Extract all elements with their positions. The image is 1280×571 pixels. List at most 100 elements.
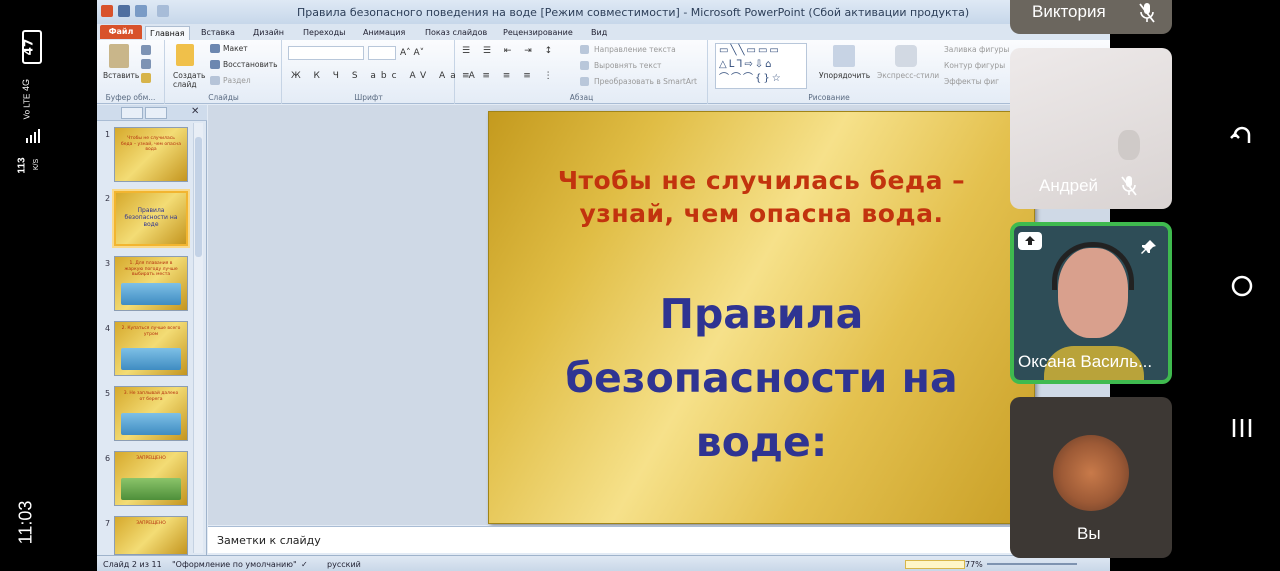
- participant-name: Андрей: [1039, 176, 1099, 195]
- copy-icon[interactable]: [141, 59, 151, 69]
- grow-font-icon[interactable]: A˄ A˅: [400, 48, 424, 58]
- new-slide-button[interactable]: Создать слайд: [173, 71, 209, 89]
- slide-thumbnail[interactable]: ЗАПРЕЩЕНО: [114, 451, 188, 506]
- outline-tab[interactable]: [145, 107, 167, 119]
- shape-effects-button[interactable]: Эффекты фиг: [944, 77, 999, 86]
- align-text-icon: [580, 61, 589, 70]
- signal-icon: [26, 128, 40, 143]
- shape-fill-button[interactable]: Заливка фигуры: [944, 45, 1009, 54]
- text-direction-button[interactable]: Направление текста: [594, 45, 676, 54]
- home-button[interactable]: [1222, 266, 1262, 306]
- list-icons[interactable]: ☰ ☰ ⇤ ⇥ ↕: [462, 46, 557, 56]
- participant-tile-active-speaker[interactable]: Оксана Василь...: [1010, 222, 1172, 384]
- font-format-icons[interactable]: Ж К Ч S abc AV Aa A: [291, 71, 480, 81]
- notes-placeholder: Заметки к слайду: [217, 534, 321, 547]
- slides-group-label: Слайды: [208, 93, 239, 102]
- save-icon[interactable]: [118, 5, 130, 17]
- quick-styles-icon[interactable]: [895, 45, 917, 67]
- thumbnail-image: [121, 283, 181, 305]
- slides-panel-scrollbar[interactable]: [193, 123, 203, 553]
- zoom-slider[interactable]: [987, 563, 1077, 565]
- shapes-gallery[interactable]: ▭╲╲▭▭▭ △ᒪᒣ⇨⇩⌂ ⌒⌒⌒{}☆: [715, 43, 807, 89]
- new-slide-icon[interactable]: [176, 44, 194, 66]
- slides-tab[interactable]: [121, 107, 143, 119]
- recents-icon: [1232, 419, 1252, 437]
- tab-home[interactable]: Главная: [145, 26, 190, 40]
- tab-insert[interactable]: Вставка: [197, 26, 239, 40]
- paste-icon[interactable]: [109, 44, 129, 68]
- thumbnail-text: 1. Для плавания в жаркую погоду лучше вы…: [124, 261, 178, 277]
- thumbnail-image: [121, 348, 181, 370]
- paste-button[interactable]: Вставить: [103, 71, 139, 80]
- slide-thumbnail[interactable]: ЗАПРЕЩЕНО: [114, 516, 188, 555]
- redo-icon[interactable]: [157, 5, 169, 17]
- mic-off-icon: [1139, 3, 1155, 23]
- tab-animation[interactable]: Анимация: [359, 26, 409, 40]
- android-status-bar: 47 4G Vo LTE 113 K/S 11:03: [0, 0, 62, 571]
- undo-icon[interactable]: [135, 5, 147, 17]
- scrollbar-thumb[interactable]: [195, 137, 202, 257]
- thumbnail-number: 1: [105, 130, 111, 139]
- participant-tile[interactable]: Андрей: [1010, 48, 1172, 209]
- tab-transitions[interactable]: Переходы: [299, 26, 349, 40]
- align-text-button[interactable]: Выровнять текст: [594, 61, 661, 70]
- tab-review[interactable]: Рецензирование: [499, 26, 577, 40]
- back-button[interactable]: [1222, 121, 1262, 161]
- font-name-input[interactable]: [288, 46, 364, 60]
- participant-tile[interactable]: Виктория: [1010, 0, 1172, 34]
- section-icon: [210, 76, 220, 85]
- spellcheck-icon[interactable]: ✓: [301, 560, 308, 569]
- slide-thumbnail-selected[interactable]: Правила безопасности на воде: [114, 191, 188, 246]
- recents-button[interactable]: [1222, 408, 1262, 448]
- current-slide[interactable]: Чтобы не случилась беда – узнай, чем опа…: [488, 111, 1035, 524]
- network-speed-unit: K/S: [33, 158, 41, 171]
- thumbnail-text: ЗАПРЕЩЕНО: [136, 456, 166, 461]
- slide-thumbnail[interactable]: 3. Не заплывай далеко от берега: [114, 386, 188, 441]
- slide-thumbnail[interactable]: 1. Для плавания в жаркую погоду лучше вы…: [114, 256, 188, 311]
- slide-thumbnail[interactable]: Чтобы не случилась беда – узнай, чем опа…: [114, 127, 188, 182]
- slide-thumbnail[interactable]: 2. Купаться лучше всего утром: [114, 321, 188, 376]
- participant-tile-self[interactable]: Вы: [1010, 397, 1172, 558]
- thumbnail-text: Правила безопасности на воде: [124, 207, 178, 228]
- powerpoint-window: Правила безопасного поведения на воде [Р…: [97, 0, 1110, 571]
- close-icon[interactable]: ✕: [191, 106, 199, 117]
- slide-title[interactable]: Правила безопасности на воде:: [519, 282, 1004, 474]
- pin-icon[interactable]: [1140, 238, 1158, 256]
- tab-slideshow[interactable]: Показ слайдов: [421, 26, 491, 40]
- tab-view[interactable]: Вид: [587, 26, 611, 40]
- tab-file[interactable]: Файл: [100, 25, 142, 39]
- reset-icon: [210, 60, 220, 69]
- avatar: [1053, 435, 1129, 511]
- shape-outline-button[interactable]: Контур фигуры: [944, 61, 1005, 70]
- video-feed: [1118, 130, 1140, 160]
- zoom-level[interactable]: 77%: [965, 560, 983, 569]
- smartart-button[interactable]: Преобразовать в SmartArt: [594, 77, 697, 86]
- cut-icon[interactable]: [141, 45, 151, 55]
- tab-design[interactable]: Дизайн: [249, 26, 288, 40]
- participant-name: Оксана Василь...: [1018, 352, 1153, 371]
- thumbnail-number: 6: [105, 454, 111, 463]
- ribbon-tabs: Файл Главная Вставка Дизайн Переходы Ани…: [97, 24, 1110, 40]
- align-icons[interactable]: ≡ ≡ ≡ ≡ ⋮: [462, 71, 558, 81]
- thumbnail-image: [121, 478, 181, 500]
- layout-button[interactable]: Макет: [223, 44, 248, 53]
- font-size-input[interactable]: [368, 46, 396, 60]
- layout-icon: [210, 44, 220, 53]
- slide-subtitle[interactable]: Чтобы не случилась беда – узнай, чем опа…: [529, 164, 994, 230]
- participant-name: Вы: [1077, 524, 1101, 543]
- paragraph-group: ☰ ☰ ⇤ ⇥ ↕ ≡ ≡ ≡ ≡ ⋮ Направление текста В…: [456, 40, 708, 104]
- language[interactable]: русский: [327, 560, 361, 569]
- arrange-icon[interactable]: [833, 45, 855, 67]
- arrange-button[interactable]: Упорядочить: [819, 71, 870, 80]
- section-button[interactable]: Раздел: [223, 76, 251, 85]
- reset-button[interactable]: Восстановить: [223, 60, 278, 69]
- notes-pane[interactable]: Заметки к слайду: [208, 526, 1110, 553]
- network-type: 4G: [21, 78, 32, 92]
- format-painter-icon[interactable]: [141, 73, 151, 83]
- quick-styles-button[interactable]: Экспресс-стили: [877, 71, 939, 80]
- slide-workspace: Чтобы не случилась беда – узнай, чем опа…: [208, 105, 1110, 555]
- headphones: [1052, 242, 1134, 290]
- share-icon[interactable]: [1018, 232, 1042, 250]
- view-buttons[interactable]: [905, 560, 965, 569]
- slide-counter: Слайд 2 из 11: [103, 560, 162, 569]
